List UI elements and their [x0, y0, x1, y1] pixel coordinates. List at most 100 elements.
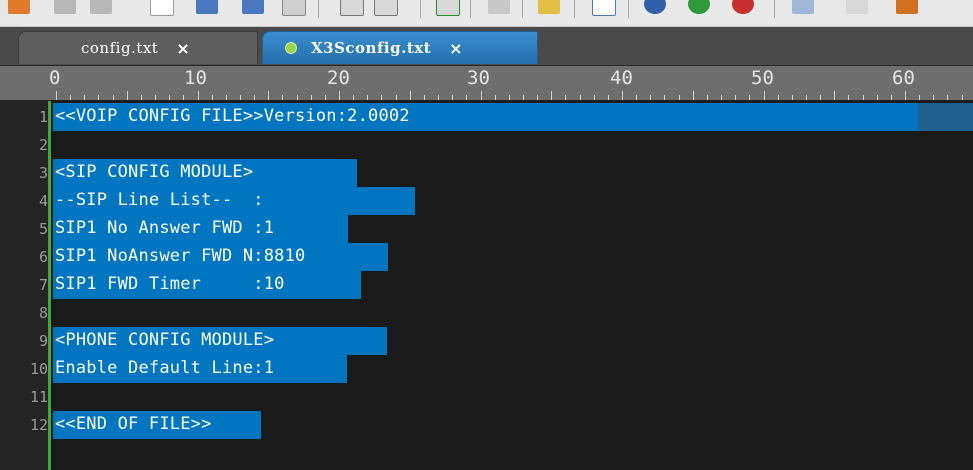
modified-dot-icon — [285, 42, 297, 54]
browser-icon[interactable] — [846, 0, 868, 14]
code-text: Enable Default Line:1 — [55, 358, 275, 378]
code-text: <<END OF FILE>> — [55, 414, 212, 434]
hex-icon[interactable] — [488, 0, 510, 14]
toolbar-separator — [574, 0, 575, 18]
tools-icon[interactable] — [896, 0, 918, 14]
editor-line[interactable]: 9 <PHONE CONFIG MODULE> — [0, 327, 973, 355]
ruler-tick — [876, 95, 878, 100]
editor-line[interactable]: 8 — [0, 299, 973, 327]
ruler-tick — [239, 95, 241, 100]
ruler-tick — [678, 95, 680, 100]
line-number: 11 — [29, 388, 48, 406]
replace-icon[interactable] — [374, 0, 398, 16]
line-number: 8 — [38, 304, 48, 322]
line-number: 9 — [38, 332, 48, 350]
code-text: <SIP CONFIG MODULE> — [55, 162, 254, 182]
ruler-tick — [452, 95, 454, 100]
ruler-tick — [890, 95, 892, 100]
ruler-label: 30 — [467, 67, 490, 89]
ruler-tick — [834, 91, 836, 100]
toolbar-separator — [420, 0, 421, 18]
macro-green-icon[interactable] — [688, 0, 710, 14]
wordwrap-icon[interactable] — [592, 0, 616, 16]
macro-red-icon[interactable] — [732, 0, 754, 14]
ruler-tick — [296, 95, 298, 100]
toolbar-separator — [318, 0, 319, 18]
ruler-tick — [721, 95, 723, 100]
code-text: SIP1 NoAnswer FWD N:8810 — [55, 246, 306, 266]
editor-line[interactable]: 2 — [0, 131, 973, 159]
line-number: 7 — [38, 276, 48, 294]
ruler-tick — [650, 95, 652, 100]
ruler-label: 20 — [327, 67, 350, 89]
editor-line[interactable]: 4 --SIP Line List-- : — [0, 187, 973, 215]
save-icon[interactable] — [196, 0, 218, 14]
line-number: 1 — [38, 108, 48, 126]
code-text: SIP1 FWD Timer :10 — [55, 274, 285, 294]
ruler-label: 40 — [610, 67, 633, 89]
tab-label: config.txt — [81, 39, 159, 57]
editor-line[interactable]: 6 SIP1 NoAnswer FWD N:8810 — [0, 243, 973, 271]
toolbar-icon-1[interactable] — [8, 0, 30, 14]
line-number: 12 — [29, 416, 48, 434]
toolbar-separator — [628, 0, 629, 18]
ruler-tick — [763, 91, 765, 100]
text-editor[interactable]: 1 <<VOIP CONFIG FILE>>Version:2.0002 2 3… — [0, 101, 973, 470]
toolbar-separator — [470, 0, 471, 18]
ruler-tick — [565, 95, 567, 100]
ruler-tick — [155, 95, 157, 100]
find-icon[interactable] — [340, 0, 364, 16]
goto-icon[interactable] — [436, 0, 460, 16]
ruler-tick — [282, 95, 284, 100]
print-icon[interactable] — [282, 0, 306, 16]
ruler-tick — [197, 91, 199, 100]
line-number: 6 — [38, 248, 48, 266]
toolbar-icon-3[interactable] — [90, 0, 112, 14]
macro-blue-icon[interactable] — [644, 0, 666, 14]
ruler-tick — [494, 95, 496, 100]
ruler-tick — [324, 95, 326, 100]
line-number: 2 — [38, 136, 48, 154]
ruler-tick — [777, 95, 779, 100]
ruler-tick — [438, 95, 440, 100]
ruler-tick — [805, 95, 807, 100]
tab-config-txt[interactable]: config.txt × — [18, 31, 258, 64]
editor-line[interactable]: 5 SIP1 No Answer FWD :1 — [0, 215, 973, 243]
ruler-label: 0 — [49, 67, 61, 89]
ruler-tick — [933, 95, 935, 100]
ruler-tick — [905, 91, 906, 100]
close-icon[interactable]: × — [176, 39, 189, 58]
ruler-tick — [706, 95, 708, 100]
ruler-tick — [919, 95, 921, 100]
tab-x3sconfig-txt[interactable]: X3Sconfig.txt × — [262, 31, 538, 64]
code-text: SIP1 No Answer FWD :1 — [55, 218, 275, 238]
ruler-tick — [735, 95, 737, 100]
ruler-tick — [381, 95, 383, 100]
editor-line[interactable]: 11 — [0, 383, 973, 411]
ruler-label: 50 — [751, 67, 774, 89]
toolbar-separator — [522, 0, 523, 18]
editor-line[interactable]: 10 Enable Default Line:1 — [0, 355, 973, 383]
ruler-tick — [692, 91, 694, 100]
ruler-tick — [579, 95, 581, 100]
close-icon[interactable]: × — [449, 39, 462, 58]
editor-line[interactable]: 12 <<END OF FILE>> — [0, 411, 973, 439]
editor-line[interactable]: 7 SIP1 FWD Timer :10 — [0, 271, 973, 299]
column-ruler: 0 10 20 30 40 50 60 — [0, 66, 973, 100]
tab-label: X3Sconfig.txt — [311, 39, 432, 57]
line-number: 3 — [38, 164, 48, 182]
new-file-icon[interactable] — [150, 0, 174, 16]
ruler-label: 10 — [184, 67, 207, 89]
ruler-tick — [183, 95, 185, 100]
editor-line[interactable]: 3 <SIP CONFIG MODULE> — [0, 159, 973, 187]
toolbar-icon-2[interactable] — [54, 0, 76, 14]
column-icon[interactable] — [538, 0, 560, 14]
compare-icon[interactable] — [792, 0, 814, 14]
ruler-tick — [140, 95, 142, 100]
ruler-tick — [169, 95, 171, 100]
ruler-tick — [664, 95, 666, 100]
save-all-icon[interactable] — [242, 0, 264, 14]
editor-line[interactable]: 1 <<VOIP CONFIG FILE>>Version:2.0002 — [0, 103, 973, 131]
ruler-tick — [225, 95, 227, 100]
ruler-tick — [409, 91, 411, 100]
